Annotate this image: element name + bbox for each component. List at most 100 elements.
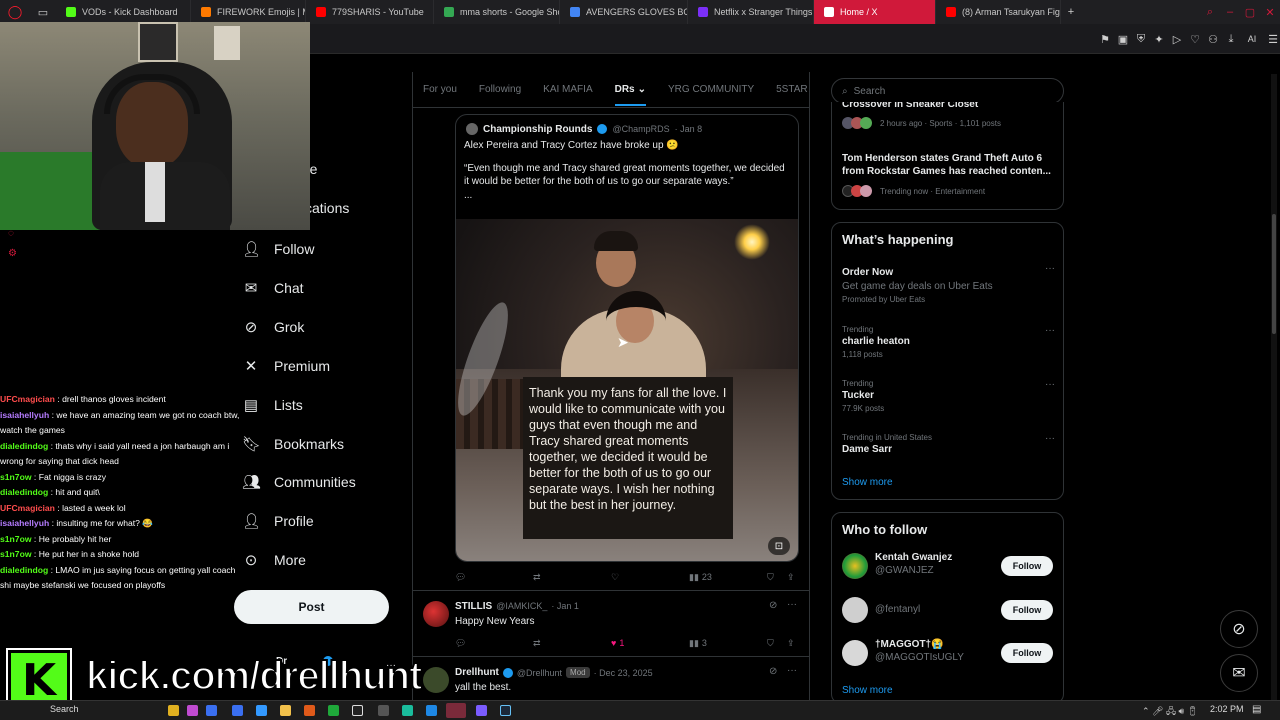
nav-item-more[interactable]: ⊙ More — [242, 549, 382, 571]
workspace-icon[interactable]: ▭ — [30, 5, 56, 19]
reply-icon[interactable]: 💬︎ — [455, 572, 466, 583]
more-icon[interactable]: ··· — [787, 599, 797, 610]
quote-author[interactable]: Championship Rounds — [483, 124, 592, 135]
grok-float-icon[interactable]: ⊘ — [1220, 610, 1258, 648]
user-name[interactable]: †MAGGOT†😭 — [875, 639, 944, 650]
reply-icon[interactable]: 💬︎ — [455, 638, 466, 649]
browser-tab[interactable]: VODs - Kick Dashboard — [56, 0, 191, 24]
bookmark-icon[interactable]: ⛉ — [767, 638, 774, 649]
app-icon[interactable] — [206, 705, 217, 716]
user-handle[interactable]: @GWANJEZ — [875, 565, 934, 576]
notification-icon[interactable]: ▤ — [1252, 704, 1261, 715]
heart-icon[interactable]: ♡ — [1188, 32, 1202, 46]
quote-photo[interactable]: Thank you my fans for all the love. I wo… — [456, 219, 798, 561]
share-icon[interactable]: ⇪ — [787, 572, 795, 583]
timeline-tab[interactable]: 5STAR — [776, 84, 808, 107]
like-icon[interactable]: ♡ — [611, 572, 619, 583]
tweet-item[interactable]: Drellhunt @Drellhunt Mod · Dec 23, 2025 … — [413, 657, 809, 700]
timeline-tab[interactable]: DRs ⌄ — [614, 84, 647, 106]
play-icon[interactable]: ▷ — [1170, 32, 1184, 46]
browser-tab[interactable]: 779SHARIS - YouTube — [306, 0, 434, 24]
follow-suggestion[interactable]: @fentanyl Follow — [842, 595, 1055, 625]
chat-username[interactable]: dialedindog — [0, 441, 48, 451]
browser-tab[interactable]: Netflix x Stranger Things — [688, 0, 814, 24]
nav-item-premium[interactable]: ✕ Premium — [242, 355, 382, 377]
share-icon[interactable]: ⇪ — [787, 638, 795, 649]
follow-suggestion[interactable]: †MAGGOT†😭 @MAGGOTIsUGLY Follow — [842, 638, 1055, 668]
tweet-author[interactable]: Drellhunt — [455, 667, 499, 678]
tweet-author[interactable]: STILLIS — [455, 601, 492, 612]
chat-username[interactable]: UFCmagician — [0, 503, 55, 513]
follow-button[interactable]: Follow — [1001, 556, 1053, 576]
quote-handle[interactable]: @ChampRDS — [612, 124, 669, 134]
show-more-link[interactable]: Show more — [842, 477, 893, 488]
browser-tab[interactable]: Home / X — [814, 0, 936, 24]
follow-button[interactable]: Follow — [1001, 599, 1053, 620]
grok-icon[interactable]: ⊘ — [769, 600, 777, 611]
opera-taskbar-icon[interactable] — [446, 703, 466, 718]
shield-icon[interactable]: ⛨ — [1134, 32, 1148, 46]
nav-item-communities[interactable]: 👥︎ Communities — [242, 471, 382, 493]
show-more-link[interactable]: Show more — [842, 685, 893, 696]
nav-item-bookmarks[interactable]: 🔖︎ Bookmarks — [242, 433, 382, 455]
minimize-icon[interactable]: – — [1220, 5, 1240, 19]
menu-icon[interactable]: ☰ — [1266, 32, 1280, 46]
trend-item[interactable]: Order Now Get game day deals on Uber Eats… — [842, 263, 1055, 304]
app-icon[interactable] — [256, 705, 267, 716]
timeline-tab[interactable]: YRG COMMUNITY — [668, 84, 754, 107]
retweet-icon[interactable]: ⇄ — [533, 638, 541, 649]
user-name[interactable]: Kentah Gwanjez — [875, 552, 952, 563]
app-icon[interactable] — [328, 705, 339, 716]
discord-icon[interactable] — [476, 705, 487, 716]
retweet-icon[interactable]: ⇄ — [533, 572, 541, 583]
chat-username[interactable]: isaiahellyuh — [0, 518, 49, 528]
more-icon[interactable]: ··· — [787, 665, 797, 676]
messages-float-icon[interactable]: ✉ — [1220, 654, 1258, 692]
post-button[interactable]: Post — [234, 590, 389, 624]
browser-tab[interactable]: AVENGERS GLOVES BOXI — [560, 0, 688, 24]
steam-icon[interactable] — [500, 705, 511, 716]
nav-item-lists[interactable]: ▤ Lists — [242, 394, 382, 416]
trend-partial-title[interactable]: Crossover in Sneaker Closet — [842, 102, 978, 110]
trend-item[interactable]: Trending in United States Dame Sarr ··· — [842, 433, 1055, 455]
timeline-tab[interactable]: Following — [479, 84, 521, 107]
more-icon[interactable]: ··· — [1045, 325, 1055, 336]
close-window-icon[interactable]: ✕ — [1260, 5, 1280, 19]
avatar[interactable] — [842, 596, 868, 623]
chat-username[interactable]: dialedindog — [0, 487, 48, 497]
new-tab-button[interactable]: + — [1061, 5, 1081, 19]
scrollbar[interactable] — [1271, 74, 1277, 700]
search-tabs-icon[interactable]: ⌕ — [1200, 5, 1220, 19]
chat-username[interactable]: dialedindog — [0, 565, 48, 575]
extension-icon[interactable]: ✦ — [1152, 32, 1166, 46]
tray-icons[interactable]: ⌃ 🎤︎ 🖧 🔊︎ 🔋︎ — [1142, 704, 1198, 720]
tweet-handle[interactable]: @Drellhunt — [517, 668, 562, 678]
taskbar-clock[interactable]: 2:02 PM — [1210, 704, 1244, 714]
chat-username[interactable]: isaiahellyuh — [0, 410, 49, 420]
tweet-item[interactable]: STILLIS @IAMKICK_ · Jan 1 ⊘ ··· Happy Ne… — [413, 591, 809, 655]
tiktok-icon[interactable] — [352, 705, 363, 716]
user-handle[interactable]: @fentanyl — [875, 604, 920, 615]
avatar[interactable] — [842, 553, 868, 579]
scrollbar-thumb[interactable] — [1272, 214, 1276, 334]
nav-item-grok[interactable]: ⊘ Grok — [242, 316, 382, 338]
like-button[interactable]: ♥ 1 — [611, 638, 624, 648]
app-icon[interactable] — [402, 705, 413, 716]
aria-ai-icon[interactable]: AI — [1242, 32, 1262, 46]
timeline-tab[interactable]: KAI MAFIA — [543, 84, 592, 107]
nav-item-chat[interactable]: ✉ Chat — [242, 277, 382, 299]
account-icon[interactable]: ⚇ — [1206, 32, 1220, 46]
search-input[interactable]: ⌕ Search — [831, 78, 1064, 104]
maximize-icon[interactable]: ▢ — [1240, 5, 1260, 19]
copilot-icon[interactable] — [168, 705, 179, 716]
avatar[interactable] — [842, 640, 868, 666]
tweet-handle[interactable]: @IAMKICK_ — [496, 601, 547, 612]
chat-username[interactable]: s1n7ow — [0, 534, 32, 544]
app-icon[interactable] — [232, 705, 243, 716]
pin-icon[interactable]: ⚑ — [1098, 32, 1112, 46]
bookmark-icon[interactable]: ⛉ — [767, 572, 774, 583]
chat-username[interactable]: UFCmagician — [0, 394, 55, 404]
trend-item[interactable]: Trending Tucker 77.9K posts ··· — [842, 379, 1055, 413]
user-handle[interactable]: @MAGGOTIsUGLY — [875, 652, 964, 663]
more-icon[interactable]: ··· — [1045, 379, 1055, 390]
